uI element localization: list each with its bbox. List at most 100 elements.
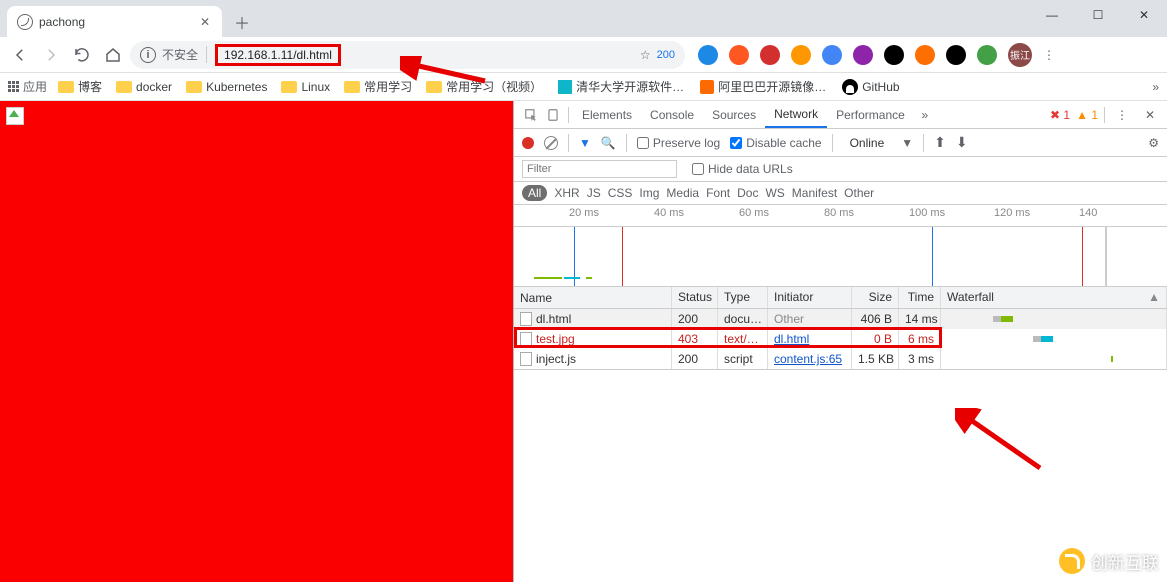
cell-waterfall [941, 329, 1167, 349]
timeline-tick: 120 ms [994, 207, 1030, 219]
hide-data-urls-checkbox[interactable]: Hide data URLs [692, 162, 793, 176]
filter-type-js[interactable]: JS [587, 186, 601, 200]
watermark-icon [1059, 548, 1085, 574]
info-icon[interactable]: i [140, 47, 156, 63]
preserve-log-checkbox[interactable]: Preserve log [637, 136, 720, 150]
bookmark-github[interactable]: GitHub [837, 79, 904, 95]
waterfall-label: Waterfall [947, 290, 994, 304]
window-controls: — ☐ ✕ [1029, 0, 1167, 30]
home-button[interactable] [99, 41, 127, 69]
bookmark-tsinghua[interactable]: 清华大学开源软件… [553, 78, 689, 95]
devtools-tab-network[interactable]: Network [765, 102, 827, 128]
bookmark-folder[interactable]: Linux [276, 78, 335, 95]
extension-icon[interactable] [698, 45, 718, 65]
devtools-tab-sources[interactable]: Sources [703, 102, 765, 128]
globe-icon [17, 14, 33, 30]
record-button[interactable] [522, 137, 534, 149]
filter-toggle-icon[interactable]: ▼ [579, 136, 591, 150]
col-status[interactable]: Status [672, 287, 718, 308]
devtools-tab-console[interactable]: Console [641, 102, 703, 128]
settings-gear-icon[interactable]: ⚙ [1148, 136, 1159, 150]
col-size[interactable]: Size [852, 287, 899, 308]
device-mode-icon[interactable] [542, 108, 564, 122]
filter-type-xhr[interactable]: XHR [554, 186, 579, 200]
apps-label: 应用 [23, 78, 47, 95]
filter-type-other[interactable]: Other [844, 186, 874, 200]
clear-button[interactable] [544, 136, 558, 150]
upload-icon[interactable]: ⬆ [934, 134, 946, 151]
extension-icon[interactable] [977, 45, 997, 65]
apps-button[interactable]: 应用 [8, 78, 47, 95]
bookmark-folder[interactable]: docker [111, 78, 177, 95]
tab-title: pachong [39, 15, 192, 29]
warn-badge[interactable]: ▲ 1 [1076, 108, 1098, 122]
cell-initiator[interactable]: Other [768, 309, 852, 329]
bookmark-label: Linux [301, 80, 330, 94]
timeline-tick: 140 [1079, 207, 1097, 219]
table-row[interactable]: inject.js200scriptcontent.js:651.5 KB3 m… [514, 349, 1167, 369]
bookmark-star-icon[interactable]: ☆ [640, 48, 651, 62]
bookmark-aliyun[interactable]: 阿里巴巴开源镜像… [695, 78, 831, 95]
bookmark-label: GitHub [862, 80, 899, 94]
annotation-arrow [400, 56, 490, 86]
browser-tab[interactable]: pachong ✕ [7, 6, 222, 37]
devtools-tab-elements[interactable]: Elements [573, 102, 641, 128]
filter-row: Hide data URLs [514, 157, 1167, 182]
cell-initiator[interactable]: content.js:65 [768, 349, 852, 369]
extension-icon[interactable] [946, 45, 966, 65]
filter-type-manifest[interactable]: Manifest [792, 186, 837, 200]
preserve-label: Preserve log [653, 136, 720, 150]
extension-icon[interactable] [729, 45, 749, 65]
bookmark-folder[interactable]: Kubernetes [181, 78, 272, 95]
forward-button[interactable] [37, 41, 65, 69]
minimize-button[interactable]: — [1029, 0, 1075, 30]
devtools-tab-performance[interactable]: Performance [827, 102, 914, 128]
dropdown-icon[interactable]: ▼ [901, 136, 913, 150]
filter-type-media[interactable]: Media [666, 186, 699, 200]
table-row[interactable]: dl.html200docu…Other406 B14 ms [514, 309, 1167, 329]
bookmark-folder[interactable]: 博客 [53, 78, 107, 95]
filter-input[interactable] [522, 160, 677, 178]
back-button[interactable] [6, 41, 34, 69]
throttle-select[interactable]: Online [843, 134, 892, 152]
filter-type-ws[interactable]: WS [765, 186, 784, 200]
close-tab-icon[interactable]: ✕ [198, 15, 212, 29]
extension-icon[interactable] [760, 45, 780, 65]
search-icon[interactable]: 🔍 [601, 136, 616, 150]
extension-icon[interactable] [884, 45, 904, 65]
devtools-close-icon[interactable]: ✕ [1139, 108, 1161, 122]
col-waterfall[interactable]: Waterfall▲ [941, 287, 1167, 308]
inspect-icon[interactable] [520, 108, 542, 122]
devtools-menu-icon[interactable]: ⋮ [1111, 108, 1133, 122]
filter-type-img[interactable]: Img [639, 186, 659, 200]
profile-avatar[interactable]: 振江 [1008, 43, 1032, 67]
chrome-menu-button[interactable]: ⋮ [1035, 48, 1063, 62]
download-icon[interactable]: ⬇ [956, 134, 968, 151]
new-tab-button[interactable]: ＋ [228, 8, 256, 36]
maximize-button[interactable]: ☐ [1075, 0, 1121, 30]
error-badge[interactable]: ✖ 1 [1050, 108, 1070, 122]
bookmarks-overflow-button[interactable]: » [1152, 80, 1159, 94]
filter-type-doc[interactable]: Doc [737, 186, 758, 200]
more-tabs-button[interactable]: » [914, 108, 936, 122]
security-status: 不安全 [162, 46, 207, 63]
extension-icon[interactable] [822, 45, 842, 65]
filter-type-all[interactable]: All [522, 185, 547, 201]
col-initiator[interactable]: Initiator [768, 287, 852, 308]
extension-icon[interactable] [791, 45, 811, 65]
close-window-button[interactable]: ✕ [1121, 0, 1167, 30]
extension-icon[interactable] [915, 45, 935, 65]
reload-button[interactable] [68, 41, 96, 69]
disable-cache-checkbox[interactable]: Disable cache [730, 136, 821, 150]
filter-type-css[interactable]: CSS [608, 186, 633, 200]
request-name: dl.html [536, 312, 571, 326]
col-type[interactable]: Type [718, 287, 768, 308]
filter-type-font[interactable]: Font [706, 186, 730, 200]
col-time[interactable]: Time [899, 287, 941, 308]
extension-icons [698, 45, 997, 65]
timeline-overview[interactable] [514, 227, 1167, 287]
col-name[interactable]: Name [514, 287, 672, 308]
extension-icon[interactable] [853, 45, 873, 65]
folder-icon [186, 81, 202, 93]
warn-count: 1 [1091, 108, 1098, 122]
